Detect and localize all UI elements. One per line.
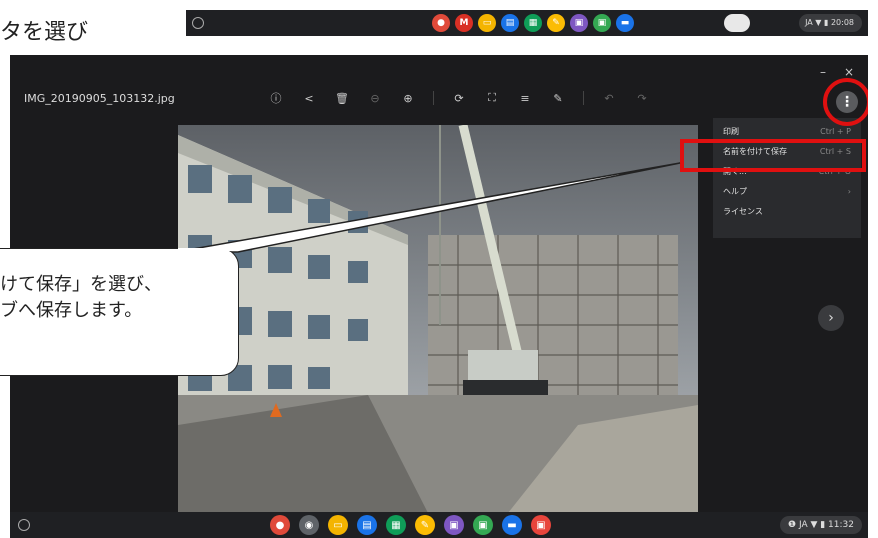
photo-construction-site xyxy=(178,125,698,513)
highlight-circle xyxy=(823,78,868,126)
tutorial-page: タを選び ● M ▭ ▤ ▦ ✎ ▣ ▣ ▬ JA ▼ ▮ 20:08 – × IMG_2019… xyxy=(0,0,878,538)
window-controls: – × xyxy=(820,65,854,79)
slides-icon[interactable]: ▭ xyxy=(328,515,348,535)
next-image-button[interactable]: › xyxy=(818,305,844,331)
crop-icon[interactable]: ⛶ xyxy=(484,91,500,105)
instruction-fragment: タを選び xyxy=(0,20,89,45)
callout-text: けて保存」を選び、 ブへ保存します。 xyxy=(0,272,162,324)
menu-item-3[interactable]: ヘルプ › xyxy=(713,182,861,202)
rotate-icon[interactable]: ⟳ xyxy=(451,92,467,105)
callout-line-1: けて保存」を選び、 xyxy=(0,274,162,295)
sheets-icon[interactable]: ▦ xyxy=(386,515,406,535)
files-icon[interactable]: ▬ xyxy=(616,14,634,32)
save-as-highlight-box xyxy=(680,139,866,172)
menu-item-label: ヘルプ xyxy=(723,187,747,196)
more-options-menu: 印刷 Ctrl + P 名前を付けて保存 Ctrl + S 開く... Ctrl + Oヘ… xyxy=(713,118,861,238)
photo-image xyxy=(178,125,698,513)
mini-shelf-apps: ● M ▭ ▤ ▦ ✎ ▣ ▣ ▬ xyxy=(432,14,634,32)
meet-icon[interactable]: ▣ xyxy=(473,515,493,535)
gallery-icon[interactable]: ▣ xyxy=(531,515,551,535)
menu-item-4[interactable]: ライセンス xyxy=(713,202,861,222)
toolbar-separator xyxy=(583,91,584,105)
undo-icon[interactable]: ↶ xyxy=(601,92,617,105)
phone-hub-icon[interactable] xyxy=(724,14,750,32)
status-area[interactable]: ❶ JA ▼ ▮ 11:32 xyxy=(780,516,862,534)
editor-toolbar: ⓘ < 🗑 ⊖ ⊕ ⟳ ⛶ ≡ ✎ ↶ ↷ xyxy=(268,90,650,106)
file-name[interactable]: IMG_20190905_103132.jpg xyxy=(24,92,175,105)
zoom-in-icon[interactable]: ⊕ xyxy=(400,92,416,105)
shelf-apps: ● ◉ ▭ ▤ ▦ ✎ ▣ ▣ ▬ ▣ xyxy=(270,515,551,535)
sheets-icon[interactable]: ▦ xyxy=(524,14,542,32)
shelf: ● ◉ ▭ ▤ ▦ ✎ ▣ ▣ ▬ ▣ ❶ JA ▼ ▮ 11:32 xyxy=(10,512,868,538)
chrome-icon[interactable]: ● xyxy=(432,14,450,32)
launcher-icon[interactable] xyxy=(18,519,30,531)
files-icon[interactable]: ▬ xyxy=(502,515,522,535)
meet-icon[interactable]: ▣ xyxy=(593,14,611,32)
menu-item-shortcut: › xyxy=(847,187,851,196)
keep-icon[interactable]: ✎ xyxy=(415,515,435,535)
docs-icon[interactable]: ▤ xyxy=(501,14,519,32)
docs-icon[interactable]: ▤ xyxy=(357,515,377,535)
annotate-icon[interactable]: ✎ xyxy=(550,92,566,105)
camera-icon[interactable]: ◉ xyxy=(299,515,319,535)
callout-line-2: ブへ保存します。 xyxy=(0,300,143,321)
menu-item-label: ライセンス xyxy=(723,207,763,216)
zoom-out-icon[interactable]: ⊖ xyxy=(367,92,383,105)
adjust-icon[interactable]: ≡ xyxy=(517,92,533,105)
redo-icon[interactable]: ↷ xyxy=(634,92,650,105)
delete-icon[interactable]: 🗑 xyxy=(334,92,350,105)
chrome-icon[interactable]: ● xyxy=(270,515,290,535)
launcher-icon[interactable] xyxy=(192,17,204,29)
mini-status-area[interactable]: JA ▼ ▮ 20:08 xyxy=(799,14,862,32)
keep-icon[interactable]: ✎ xyxy=(547,14,565,32)
slides-icon[interactable]: ▭ xyxy=(478,14,496,32)
classroom-icon[interactable]: ▣ xyxy=(570,14,588,32)
share-icon[interactable]: < xyxy=(301,92,317,105)
mini-shelf-screenshot: ● M ▭ ▤ ▦ ✎ ▣ ▣ ▬ JA ▼ ▮ 20:08 xyxy=(186,10,868,36)
close-icon[interactable]: × xyxy=(844,65,854,79)
minimize-icon[interactable]: – xyxy=(820,65,826,79)
info-icon[interactable]: ⓘ xyxy=(268,90,284,106)
classroom-icon[interactable]: ▣ xyxy=(444,515,464,535)
gmail-icon[interactable]: M xyxy=(455,14,473,32)
toolbar-separator xyxy=(433,91,434,105)
